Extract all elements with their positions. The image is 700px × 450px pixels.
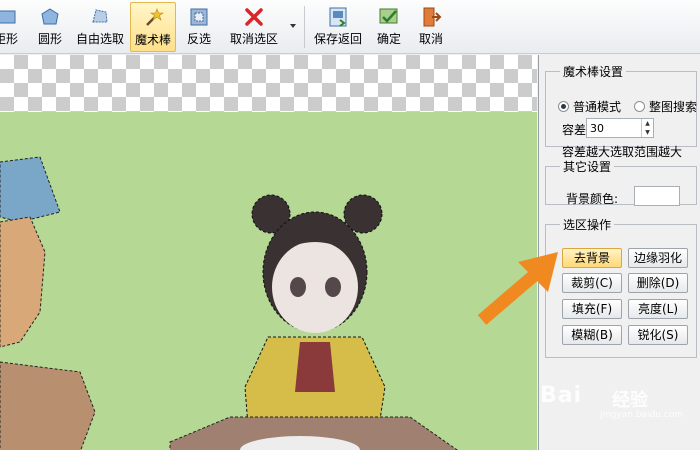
spinner-arrows-icon[interactable]: ▲ ▼ (641, 119, 653, 137)
save-return-button[interactable]: 保存返回 (310, 2, 366, 52)
toolbar-separator (304, 6, 305, 48)
cancel-exit-icon (423, 7, 442, 27)
ok-button[interactable]: 确定 (370, 2, 408, 52)
mode-normal-radio[interactable]: 普通模式 (558, 98, 621, 115)
invert-selection-button[interactable]: 反选 (180, 2, 218, 52)
cancel-selection-button[interactable]: 取消选区 (224, 2, 284, 52)
magic-wand-icon (146, 8, 164, 26)
ellipse-select-button[interactable]: 圆形 (30, 2, 70, 52)
magic-wand-button[interactable]: 魔术棒 (130, 2, 176, 52)
feather-edge-button[interactable]: 边缘羽化 (628, 248, 688, 268)
ok-icon (379, 8, 398, 24)
photo-image (0, 112, 537, 450)
crop-button[interactable]: 裁剪(C) (562, 273, 622, 293)
watermark-text: 经验 (612, 390, 648, 411)
brightness-button[interactable]: 亮度(L) (628, 299, 688, 319)
watermark-logo: Bai (540, 383, 583, 408)
toolbar: 矩形 圆形 自由选取 魔术棒 反选 取消选区 保存返回 确定 取消 (0, 0, 700, 54)
rectangle-select-icon (0, 10, 16, 24)
sharpen-button[interactable]: 锐化(S) (628, 325, 688, 345)
other-settings-title: 其它设置 (563, 160, 612, 174)
bg-color-swatch[interactable] (634, 186, 680, 206)
cancel-selection-icon (245, 8, 263, 26)
rectangle-select-button[interactable]: 矩形 (0, 2, 26, 52)
ellipse-select-icon (41, 8, 59, 25)
dropdown-arrow-icon[interactable] (290, 24, 296, 28)
other-settings-group: 其它设置 背景颜色: (545, 158, 697, 206)
lasso-select-button[interactable]: 自由选取 (72, 2, 128, 52)
mode-global-radio[interactable]: 整图搜索 (634, 98, 698, 115)
blur-button[interactable]: 模糊(B) (562, 325, 622, 345)
radio-unselected-icon (634, 101, 645, 112)
delete-button[interactable]: 删除(D) (628, 273, 688, 293)
remove-background-button[interactable]: 去背景 (562, 248, 622, 268)
save-return-icon (329, 7, 347, 27)
fill-button[interactable]: 填充(F) (562, 299, 622, 319)
tolerance-spinner[interactable]: ▲▼ (586, 118, 654, 138)
cancel-exit-button[interactable]: 取消 (412, 2, 450, 52)
selection-operations-title: 选区操作 (563, 218, 612, 232)
magic-wand-settings-group: 魔术棒设置 普通模式 整图搜索 容差: ▲▼ 容差越大选取范围越大 (545, 63, 698, 159)
watermark-url: jingyan.baidu.com (600, 410, 684, 420)
magic-wand-settings-title: 魔术棒设置 (563, 65, 624, 79)
bg-color-label: 背景颜色: (566, 192, 619, 206)
image-canvas[interactable] (0, 55, 537, 450)
radio-selected-icon (558, 101, 569, 112)
selection-operations-group: 选区操作 去背景 边缘羽化 裁剪(C) 删除(D) 填充(F) 亮度(L) 模糊… (545, 216, 697, 358)
invert-selection-icon (190, 8, 208, 26)
lasso-icon (92, 9, 108, 23)
